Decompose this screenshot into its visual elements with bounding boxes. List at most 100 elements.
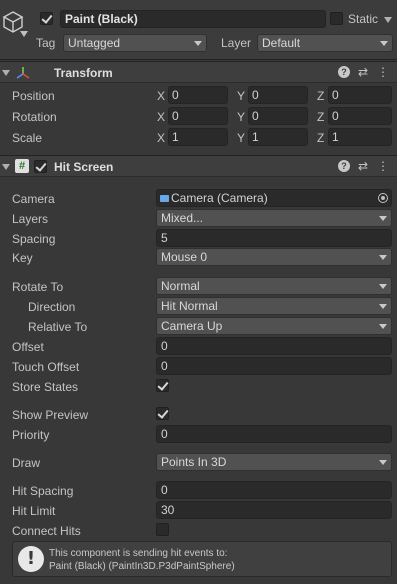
priority-field[interactable]: 0 — [156, 425, 392, 443]
static-toggle[interactable] — [330, 12, 343, 25]
foldout-arrow-icon[interactable] — [2, 70, 10, 76]
position-z-field[interactable]: 0 — [328, 86, 392, 104]
chevron-down-icon — [379, 324, 387, 329]
object-header: Paint (Black) Static Tag Untagged Layer … — [0, 0, 397, 60]
position-x-field[interactable]: 0 — [168, 86, 228, 104]
store-states-checkbox[interactable] — [156, 379, 169, 392]
hit-limit-field[interactable]: 30 — [156, 501, 392, 519]
chevron-down-icon — [194, 41, 202, 46]
rotation-x-field[interactable]: 0 — [168, 107, 228, 125]
touch-offset-label: Touch Offset — [12, 360, 80, 374]
presets-icon[interactable]: ⇄ — [356, 159, 370, 173]
chevron-down-icon — [380, 41, 388, 46]
script-icon: # — [15, 159, 29, 173]
transform-header[interactable]: Transform ? ⇄ ⋮ — [0, 61, 397, 83]
rotate-to-value: Normal — [161, 279, 200, 293]
scale-y-field[interactable]: 1 — [248, 128, 308, 146]
layer-value: Default — [262, 36, 301, 50]
hit-screen-header[interactable]: # Hit Screen ? ⇄ ⋮ — [0, 155, 397, 177]
draw-dropdown[interactable]: Points In 3D — [156, 453, 392, 471]
hit-spacing-label: Hit Spacing — [12, 484, 74, 498]
rotation-z-field[interactable]: 0 — [328, 107, 392, 125]
help-icon[interactable]: ? — [338, 160, 350, 172]
help-icon[interactable]: ? — [338, 66, 350, 78]
rotation-label: Rotation — [12, 110, 57, 124]
spacing-field[interactable]: 5 — [156, 229, 392, 247]
scale-y-label[interactable]: Y — [237, 130, 245, 146]
relative-to-dropdown[interactable]: Camera Up — [156, 317, 392, 335]
hit-screen-title: Hit Screen — [54, 160, 114, 174]
tag-value: Untagged — [68, 36, 121, 50]
rotation-y-field[interactable]: 0 — [248, 107, 308, 125]
layer-dropdown[interactable]: Default — [257, 34, 393, 52]
position-x-label[interactable]: X — [157, 88, 165, 104]
position-x-value: 0 — [172, 88, 179, 102]
layers-label: Layers — [12, 212, 49, 226]
info-text-line1: This component is sending hit events to: — [49, 548, 228, 559]
icon-dropdown-caret[interactable] — [20, 31, 28, 37]
presets-icon[interactable]: ⇄ — [356, 65, 370, 79]
tag-label: Tag — [36, 36, 56, 50]
hit-spacing-field[interactable]: 0 — [156, 481, 392, 499]
scale-x-label[interactable]: X — [157, 130, 165, 146]
static-label: Static — [348, 12, 379, 26]
rotate-to-dropdown[interactable]: Normal — [156, 277, 392, 295]
object-name-field[interactable]: Paint (Black) — [60, 10, 326, 28]
rotate-to-label: Rotate To — [12, 280, 64, 294]
scale-x-value: 1 — [172, 130, 179, 144]
draw-value: Points In 3D — [161, 455, 227, 469]
warning-icon: ! — [18, 546, 44, 572]
transform-title: Transform — [54, 66, 113, 80]
object-picker-icon[interactable] — [378, 193, 388, 203]
tag-dropdown[interactable]: Untagged — [63, 34, 207, 52]
scale-z-value: 1 — [332, 130, 339, 144]
layers-dropdown[interactable]: Mixed... — [156, 209, 392, 227]
touch-offset-field[interactable]: 0 — [156, 357, 392, 375]
connect-hits-checkbox[interactable] — [156, 523, 169, 536]
rotation-y-label[interactable]: Y — [237, 109, 245, 125]
camera-field[interactable]: Camera (Camera) — [156, 189, 392, 207]
priority-value: 0 — [161, 427, 168, 441]
key-dropdown[interactable]: Mouse 0 — [156, 248, 392, 266]
position-y-label[interactable]: Y — [237, 88, 245, 104]
chevron-down-icon — [379, 255, 387, 260]
position-y-field[interactable]: 0 — [248, 86, 308, 104]
offset-label: Offset — [12, 340, 44, 354]
rotation-x-value: 0 — [172, 109, 179, 123]
show-preview-label: Show Preview — [12, 408, 89, 422]
scale-z-label[interactable]: Z — [317, 130, 324, 146]
layers-value: Mixed... — [161, 211, 204, 225]
key-value: Mouse 0 — [161, 250, 208, 264]
scale-x-field[interactable]: 1 — [168, 128, 228, 146]
info-text-line2: Paint (Black) (PaintIn3D.P3dPaintSphere) — [49, 561, 235, 572]
spacing-label: Spacing — [12, 232, 56, 246]
connect-hits-label: Connect Hits — [12, 524, 81, 538]
rotation-x-label[interactable]: X — [157, 109, 165, 125]
scale-label: Scale — [12, 131, 43, 145]
store-states-label: Store States — [12, 380, 79, 394]
more-options-icon[interactable]: ⋮ — [376, 159, 390, 173]
touch-offset-value: 0 — [161, 359, 168, 373]
direction-value: Hit Normal — [161, 299, 218, 313]
rotation-z-label[interactable]: Z — [317, 109, 324, 125]
chevron-down-icon — [379, 284, 387, 289]
show-preview-checkbox[interactable] — [156, 407, 169, 420]
scale-z-field[interactable]: 1 — [328, 128, 392, 146]
rotation-y-value: 0 — [252, 109, 259, 123]
offset-field[interactable]: 0 — [156, 337, 392, 355]
relative-to-label: Relative To — [28, 320, 88, 334]
component-enabled-toggle[interactable] — [34, 160, 47, 173]
active-toggle[interactable] — [40, 12, 53, 25]
more-options-icon[interactable]: ⋮ — [376, 65, 390, 79]
camera-label: Camera — [12, 192, 55, 206]
priority-label: Priority — [12, 428, 50, 442]
chevron-down-icon — [379, 304, 387, 309]
direction-dropdown[interactable]: Hit Normal — [156, 297, 392, 315]
transform-axes-icon — [15, 65, 31, 81]
foldout-arrow-icon[interactable] — [2, 164, 10, 170]
camera-value: Camera (Camera) — [171, 191, 268, 205]
static-dropdown-caret[interactable] — [384, 17, 392, 23]
position-z-label[interactable]: Z — [317, 88, 324, 104]
position-label: Position — [12, 89, 55, 103]
direction-label: Direction — [28, 300, 76, 314]
